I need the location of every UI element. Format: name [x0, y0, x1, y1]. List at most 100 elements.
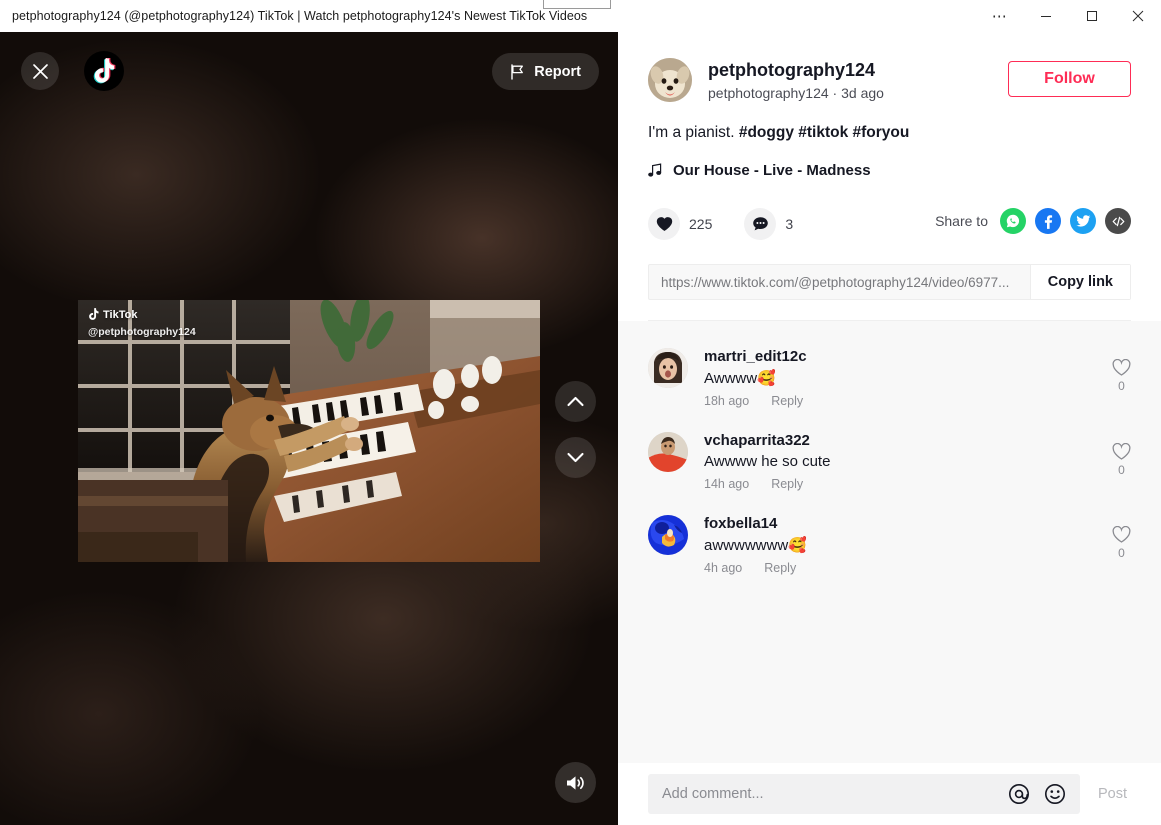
- maximize-button[interactable]: [1069, 0, 1115, 32]
- video-top-controls: Report: [0, 51, 618, 102]
- comment-body: vchaparrita322 Awwww he so cute 14h ago …: [704, 432, 1131, 491]
- caption-text: I'm a pianist.: [648, 124, 739, 141]
- chevron-down-icon: [567, 452, 584, 463]
- author-avatar-image: [648, 58, 692, 102]
- video-details-panel: petphotography124 petphotography124 · 3d…: [618, 32, 1161, 825]
- heart-outline-icon: [1112, 359, 1131, 376]
- music-note-icon: [648, 163, 662, 177]
- comment-time: 14h ago: [704, 477, 750, 491]
- share-embed-icon[interactable]: [1105, 208, 1131, 234]
- share-whatsapp-icon[interactable]: [1000, 208, 1026, 234]
- window-titlebar: petphotography124 (@petphotography124) T…: [0, 0, 1161, 32]
- close-icon: [32, 63, 48, 79]
- comment-like-count: 0: [1118, 379, 1125, 393]
- comment-time: 4h ago: [704, 561, 743, 575]
- comment-username[interactable]: martri_edit12c: [704, 348, 1131, 365]
- more-options-button[interactable]: ⋯: [977, 0, 1023, 32]
- video-watermark: TikTok: [88, 308, 137, 321]
- like-button[interactable]: [648, 208, 680, 240]
- close-window-button[interactable]: [1115, 0, 1161, 32]
- list-item: martri_edit12c Awwww🥰 18h ago Reply 0: [648, 337, 1131, 421]
- avatar[interactable]: [648, 348, 688, 388]
- comment-count: 3: [785, 216, 794, 232]
- comment-username[interactable]: vchaparrita322: [704, 432, 1131, 449]
- engagement-row: 225 3 Share to: [648, 208, 1131, 240]
- video-stage: Report TikTok @petphotography124: [0, 32, 618, 825]
- commenter-avatar-image: [648, 348, 688, 388]
- comment-footer: 14h ago Reply: [704, 477, 1131, 491]
- avatar[interactable]: [648, 58, 692, 102]
- post-header: petphotography124 petphotography124 · 3d…: [618, 32, 1161, 321]
- heart-outline-icon: [1112, 443, 1131, 460]
- emoji-icon[interactable]: [1044, 783, 1066, 805]
- volume-button[interactable]: [555, 762, 596, 803]
- author-meta: petphotography124 petphotography124 · 3d…: [708, 58, 884, 101]
- at-icon[interactable]: [1008, 783, 1030, 805]
- avatar[interactable]: [648, 515, 688, 555]
- share-link-row: https://www.tiktok.com/@petphotography12…: [648, 264, 1131, 300]
- report-button[interactable]: Report: [492, 53, 599, 90]
- commenter-avatar-image: [648, 432, 688, 472]
- share-facebook-icon[interactable]: [1035, 208, 1061, 234]
- copy-link-button[interactable]: Copy link: [1029, 265, 1130, 299]
- author-subtitle: petphotography124 · 3d ago: [708, 84, 884, 101]
- share-row: Share to: [935, 208, 1131, 234]
- comment-body: foxbella14 awwwwwww🥰 4h ago Reply: [704, 515, 1131, 575]
- list-item: vchaparrita322 Awwww he so cute 14h ago …: [648, 421, 1131, 504]
- ellipsis-icon: ⋯: [991, 7, 1009, 25]
- previous-video-button[interactable]: [555, 381, 596, 422]
- video-url-field[interactable]: https://www.tiktok.com/@petphotography12…: [649, 265, 1030, 299]
- comment-stat[interactable]: 3: [744, 208, 793, 240]
- comment-like-count: 0: [1118, 463, 1125, 477]
- minimize-icon: [1041, 16, 1051, 17]
- close-icon: [1132, 10, 1144, 22]
- maximize-icon: [1087, 11, 1097, 21]
- share-twitter-icon[interactable]: [1070, 208, 1096, 234]
- comment-footer: 4h ago Reply: [704, 561, 1131, 575]
- close-player-button[interactable]: [21, 52, 59, 90]
- tiktok-video-window: petphotography124 (@petphotography124) T…: [0, 0, 1161, 825]
- commenter-avatar-image: [648, 515, 688, 555]
- report-label: Report: [534, 63, 581, 80]
- comment-composer: Add comment... Post: [618, 763, 1161, 825]
- comment-like-button[interactable]: 0: [1112, 359, 1131, 393]
- comment-like-count: 0: [1118, 546, 1125, 560]
- caption-hashtags[interactable]: #doggy #tiktok #foryou: [739, 124, 910, 141]
- tiktok-watermark-icon: [89, 308, 99, 320]
- music-title: Our House - Live - Madness: [673, 162, 871, 179]
- heart-icon: [656, 217, 672, 231]
- minimize-button[interactable]: [1023, 0, 1069, 32]
- comment-time: 18h ago: [704, 394, 750, 408]
- author-name[interactable]: petphotography124: [708, 59, 884, 82]
- comment-reply-button[interactable]: Reply: [764, 561, 796, 575]
- tiktok-logo-icon[interactable]: [84, 51, 124, 91]
- author-row: petphotography124 petphotography124 · 3d…: [648, 58, 1131, 102]
- comment-text: awwwwwww🥰: [704, 537, 807, 554]
- comment-body: martri_edit12c Awwww🥰 18h ago Reply: [704, 348, 1131, 408]
- like-stat[interactable]: 225: [648, 208, 712, 240]
- watermark-handle: @petphotography124: [88, 326, 196, 338]
- comment-reply-button[interactable]: Reply: [771, 477, 803, 491]
- comment-like-button[interactable]: 0: [1112, 526, 1131, 560]
- browser-tab-stub[interactable]: [543, 0, 611, 9]
- chevron-up-icon: [567, 396, 584, 407]
- comment-list[interactable]: martri_edit12c Awwww🥰 18h ago Reply 0 vc…: [618, 321, 1161, 763]
- comment-username[interactable]: foxbella14: [704, 515, 1131, 532]
- follow-button[interactable]: Follow: [1008, 61, 1131, 97]
- post-caption: I'm a pianist. #doggy #tiktok #foryou: [648, 124, 1131, 142]
- comment-like-button[interactable]: 0: [1112, 443, 1131, 477]
- window-title: petphotography124 (@petphotography124) T…: [12, 9, 588, 23]
- avatar[interactable]: [648, 432, 688, 472]
- watermark-brand: TikTok: [103, 308, 138, 321]
- next-video-button[interactable]: [555, 437, 596, 478]
- comment-reply-button[interactable]: Reply: [771, 394, 803, 408]
- comment-text: Awwww🥰: [704, 370, 776, 387]
- video-player[interactable]: TikTok @petphotography124: [78, 300, 540, 562]
- comment-button[interactable]: [744, 208, 777, 240]
- comment-placeholder: Add comment...: [662, 786, 764, 802]
- volume-icon: [567, 775, 584, 790]
- comment-input[interactable]: Add comment...: [648, 774, 1080, 814]
- music-row[interactable]: Our House - Live - Madness: [648, 162, 1131, 179]
- video-frame-image: [78, 300, 540, 562]
- post-comment-button[interactable]: Post: [1090, 786, 1135, 802]
